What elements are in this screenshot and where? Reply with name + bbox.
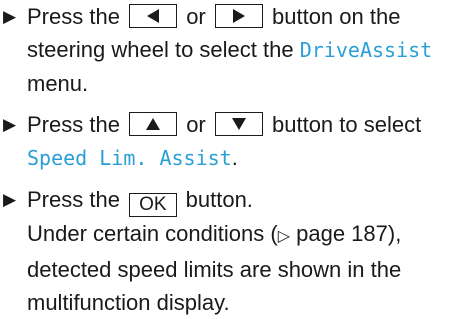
step-2-pre: Press the	[27, 112, 120, 137]
ok-button-key: OK	[129, 193, 177, 217]
step-2-post: button to select	[272, 112, 422, 137]
triangle-left-icon	[147, 9, 160, 23]
step-2-mid: or	[186, 112, 206, 137]
step-1: ▶ Press the or button on the steering wh…	[0, 0, 464, 100]
instruction-steps: ▶ Press the or button on the steering wh…	[0, 0, 464, 319]
step-2-tail: .	[231, 145, 238, 170]
page-reference[interactable]: page 187	[296, 221, 388, 246]
hollow-right-triangle-icon: ▷	[277, 228, 290, 245]
up-button-key	[129, 112, 178, 136]
right-triangle-bullet-icon: ▶	[3, 190, 17, 209]
step-3-pre: Press the	[27, 187, 120, 212]
triangle-down-icon	[231, 118, 246, 130]
step-1-pre: Press the	[27, 4, 120, 29]
menu-name-driveassist: DriveAssist	[299, 38, 433, 62]
step-1-mid: or	[186, 4, 206, 29]
left-button-key	[129, 4, 178, 28]
triangle-up-icon	[146, 118, 161, 130]
step-3-note-pre: Under certain conditions (	[27, 221, 278, 246]
right-button-key	[214, 4, 263, 28]
step-3-post: button.	[185, 187, 253, 212]
step-1-tail: menu.	[27, 71, 89, 96]
down-button-key	[214, 112, 263, 136]
triangle-right-icon	[232, 9, 245, 23]
right-triangle-bullet-icon: ▶	[3, 115, 17, 134]
menu-name-speed-lim-assist: Speed Lim. Assist	[27, 146, 232, 170]
step-3: ▶ Press the OK button. Under certain con…	[0, 183, 464, 319]
step-2: ▶ Press the or button to select Speed Li…	[0, 108, 464, 175]
right-triangle-bullet-icon: ▶	[3, 7, 17, 26]
